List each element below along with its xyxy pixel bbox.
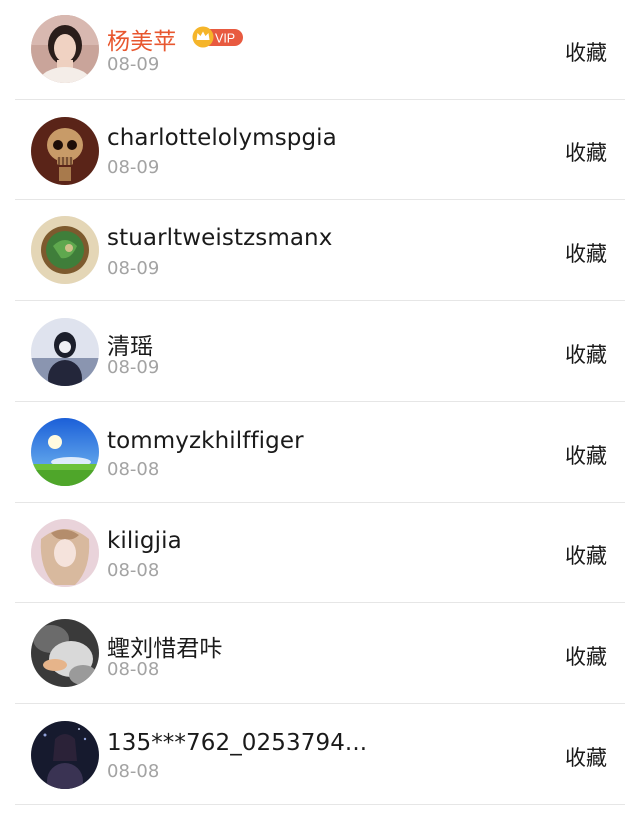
avatar-sky-meadow-icon[interactable] [31,418,99,486]
user-name: stuarltweistzsmanx [107,225,333,251]
user-name: 蟶刘惜君咔 [107,636,223,662]
list-item[interactable]: tommyzkhilffiger 08-08 收藏 [0,403,640,503]
list-item[interactable]: 蟶刘惜君咔 08-08 收藏 [0,604,640,704]
collect-button[interactable]: 收藏 [565,137,607,167]
follow-date: 08-08 [107,761,160,782]
divider [15,703,625,704]
list-item[interactable]: 杨美苹 VIP 08-09 收藏 [0,0,640,100]
user-name: charlottelolymspgia [107,125,337,151]
follow-date: 08-08 [107,659,160,680]
collect-button[interactable]: 收藏 [565,440,607,470]
divider [15,199,625,200]
user-name: tommyzkhilffiger [107,428,304,454]
list-item[interactable]: stuarltweistzsmanx 08-09 收藏 [0,201,640,301]
avatar-green-emblem-icon[interactable] [31,216,99,284]
follow-date: 08-09 [107,258,160,279]
divider [15,602,625,603]
list-item[interactable]: kiligjia 08-08 收藏 [0,503,640,603]
list-item[interactable]: charlottelolymspgia 08-09 收藏 [0,100,640,200]
avatar-girl-photo-icon[interactable] [31,15,99,83]
user-list: 杨美苹 VIP 08-09 收藏 charlottelolymspgia 08-… [0,0,640,813]
follow-date: 08-08 [107,560,160,581]
collect-button[interactable]: 收藏 [565,641,607,671]
divider [15,804,625,805]
avatar-night-figure-icon[interactable] [31,721,99,789]
avatar-dark-portrait-icon[interactable] [31,318,99,386]
vip-label: VIP [215,32,235,46]
user-name: kiligjia [107,528,182,554]
collect-button[interactable]: 收藏 [565,238,607,268]
user-name: 杨美苹 [107,29,177,55]
collect-button[interactable]: 收藏 [565,742,607,772]
list-item[interactable]: 清瑶 08-09 收藏 [0,302,640,402]
collect-button[interactable]: 收藏 [565,37,607,67]
vip-badge: VIP [192,26,243,48]
collect-button[interactable]: 收藏 [565,339,607,369]
follow-date: 08-09 [107,157,160,178]
divider [15,300,625,301]
avatar-blurred-photo-icon[interactable] [31,619,99,687]
follow-date: 08-08 [107,459,160,480]
user-name: 清瑶 [107,334,154,360]
collect-button[interactable]: 收藏 [565,540,607,570]
follow-date: 08-09 [107,357,160,378]
avatar-illustration-icon[interactable] [31,519,99,587]
user-name: 135***762_0253794... [107,730,368,756]
avatar-skull-icon[interactable] [31,117,99,185]
follow-date: 08-09 [107,54,160,75]
divider [15,401,625,402]
list-item[interactable]: 135***762_0253794... 08-08 收藏 [0,705,640,805]
